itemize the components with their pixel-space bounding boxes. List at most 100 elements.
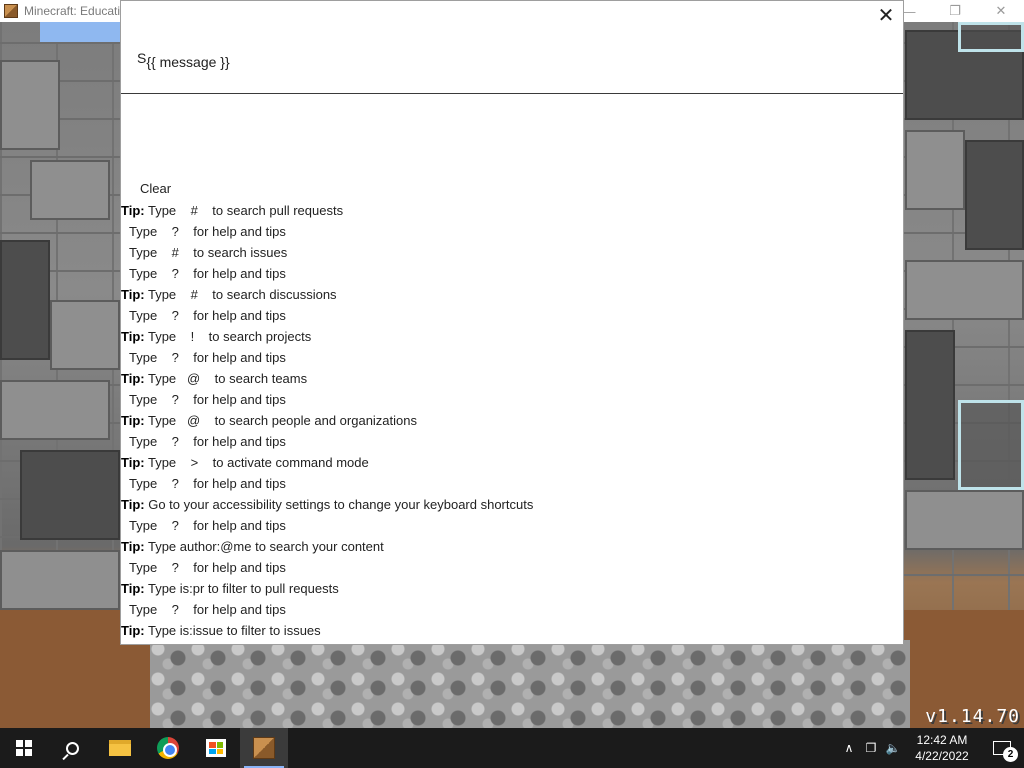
stone-block (30, 160, 110, 220)
tip-label: Tip: (121, 623, 145, 638)
tip-label: Tip: (121, 371, 145, 386)
sky-patch (40, 20, 120, 42)
tip-label: Tip: (121, 287, 145, 302)
tip-row: Tip: Type @ to search teams (121, 368, 903, 389)
store-icon (206, 739, 226, 757)
host-window-title-text: Minecraft: Educati (24, 4, 121, 18)
tip-text: Type # to search discussions (144, 287, 337, 302)
clock[interactable]: 12:42 AM 4/22/2022 (904, 732, 980, 764)
overlay-header: ✕ S {{ message }} (121, 1, 903, 94)
help-row: Type # to search issues (121, 242, 903, 263)
minecraft-button[interactable] (240, 728, 288, 768)
tip-label: Tip: (121, 581, 145, 596)
tip-text: Type is:pr to filter to pull requests (144, 581, 339, 596)
tip-row: Tip: Type ! to search projects (121, 326, 903, 347)
tip-text: Type is:issue to filter to issues (144, 623, 321, 638)
clear-button[interactable]: Clear (140, 181, 171, 196)
stone-block (0, 60, 60, 150)
start-button[interactable] (0, 728, 48, 768)
tip-text: Type ? for help and tips (129, 602, 286, 617)
help-row: Type ? for help and tips (121, 347, 903, 368)
glass-block (958, 22, 1024, 52)
notification-center-button[interactable]: 2 (980, 728, 1024, 768)
tip-text: Type # to search pull requests (144, 203, 344, 218)
tip-row: Tip: Go to your accessibility settings t… (121, 494, 903, 515)
search-button[interactable] (48, 728, 96, 768)
help-row: Type ? for help and tips (121, 389, 903, 410)
help-row: Type ? for help and tips (121, 599, 903, 620)
tip-row: Tip: Type is:pr to filter to pull reques… (121, 578, 903, 599)
system-tray: ∧ ❐ 🔈 12:42 AM 4/22/2022 2 (838, 728, 1024, 768)
stone-block (965, 140, 1024, 250)
help-row: Type ? for help and tips (121, 473, 903, 494)
clock-time: 12:42 AM (916, 733, 968, 747)
tip-text: Type > to activate command mode (144, 455, 369, 470)
folder-icon (109, 740, 131, 756)
tip-row: Tip: Type @ to search people and organiz… (121, 410, 903, 431)
tip-label: Tip: (121, 203, 145, 218)
chrome-button[interactable] (144, 728, 192, 768)
tip-text: Type ? for help and tips (129, 350, 286, 365)
tip-text: Type # to search issues (129, 245, 288, 260)
tip-text: Type ? for help and tips (129, 266, 286, 281)
chrome-icon (157, 737, 179, 759)
file-explorer-button[interactable] (96, 728, 144, 768)
close-icon[interactable]: ✕ (875, 5, 897, 27)
search-icon (65, 741, 79, 755)
chevron-up-icon[interactable]: ∧ (838, 728, 860, 768)
minecraft-icon (253, 737, 275, 759)
clock-date: 4/22/2022 (915, 749, 969, 763)
tip-text: Type ? for help and tips (129, 560, 286, 575)
stone-block (20, 450, 120, 540)
stone-block (0, 380, 110, 440)
overlay-panel: ✕ S {{ message }} Clear Tip: Type # to s… (120, 0, 904, 645)
tip-text: Type ? for help and tips (129, 518, 286, 533)
stone-block (50, 300, 120, 370)
taskbar: ∧ ❐ 🔈 12:42 AM 4/22/2022 2 (0, 728, 1024, 768)
volume-icon[interactable]: 🔈 (882, 728, 904, 768)
tip-text: Type author:@me to search your content (144, 539, 384, 554)
version-label: v1.14.70 (925, 706, 1020, 727)
stone-block (0, 240, 50, 360)
stone-block (905, 260, 1024, 320)
message-template: S {{ message }} (137, 51, 230, 71)
restore-button[interactable]: ❐ (932, 0, 978, 22)
message-text: {{ message }} (146, 54, 230, 70)
tip-label: Tip: (121, 329, 145, 344)
store-button[interactable] (192, 728, 240, 768)
tip-text: Type ! to search projects (144, 329, 312, 344)
host-window-controls: — ❐ ✕ (886, 0, 1024, 22)
help-row: Type ? for help and tips (121, 221, 903, 242)
windows-icon (16, 740, 32, 756)
tip-text: Type @ to search people and organization… (144, 413, 417, 428)
network-icon[interactable]: ❐ (860, 728, 882, 768)
help-row: Type ? for help and tips (121, 305, 903, 326)
tip-text: Type ? for help and tips (129, 476, 286, 491)
tip-text: Type @ to search teams (144, 371, 308, 386)
stone-block (905, 130, 965, 210)
tip-row: Tip: Type # to search discussions (121, 284, 903, 305)
tip-text: Type ? for help and tips (129, 308, 286, 323)
tips-list: Tip: Type # to search pull requests Type … (121, 200, 903, 641)
help-row: Type ? for help and tips (121, 431, 903, 452)
tip-text: Type ? for help and tips (129, 434, 286, 449)
help-row: Type ? for help and tips (121, 557, 903, 578)
window-close-button[interactable]: ✕ (978, 0, 1024, 22)
minecraft-icon (4, 4, 18, 18)
gravel-ground (150, 640, 910, 728)
stone-block (905, 330, 955, 480)
help-row: Type ? for help and tips (121, 515, 903, 536)
host-window-title: Minecraft: Educati (0, 4, 120, 18)
glass-block (958, 400, 1024, 490)
tip-text: Go to your accessibility settings to cha… (144, 497, 534, 512)
tip-row: Tip: Type > to activate command mode (121, 452, 903, 473)
tip-row: Tip: Type # to search pull requests (121, 200, 903, 221)
tip-label: Tip: (121, 539, 145, 554)
overlay-body: Clear Tip: Type # to search pull request… (121, 94, 903, 644)
tip-text: Type ? for help and tips (129, 224, 286, 239)
stone-block (905, 490, 1024, 550)
tip-label: Tip: (121, 497, 145, 512)
stone-block (0, 550, 120, 610)
tip-text: Type ? for help and tips (129, 392, 286, 407)
notification-badge: 2 (1003, 747, 1018, 762)
